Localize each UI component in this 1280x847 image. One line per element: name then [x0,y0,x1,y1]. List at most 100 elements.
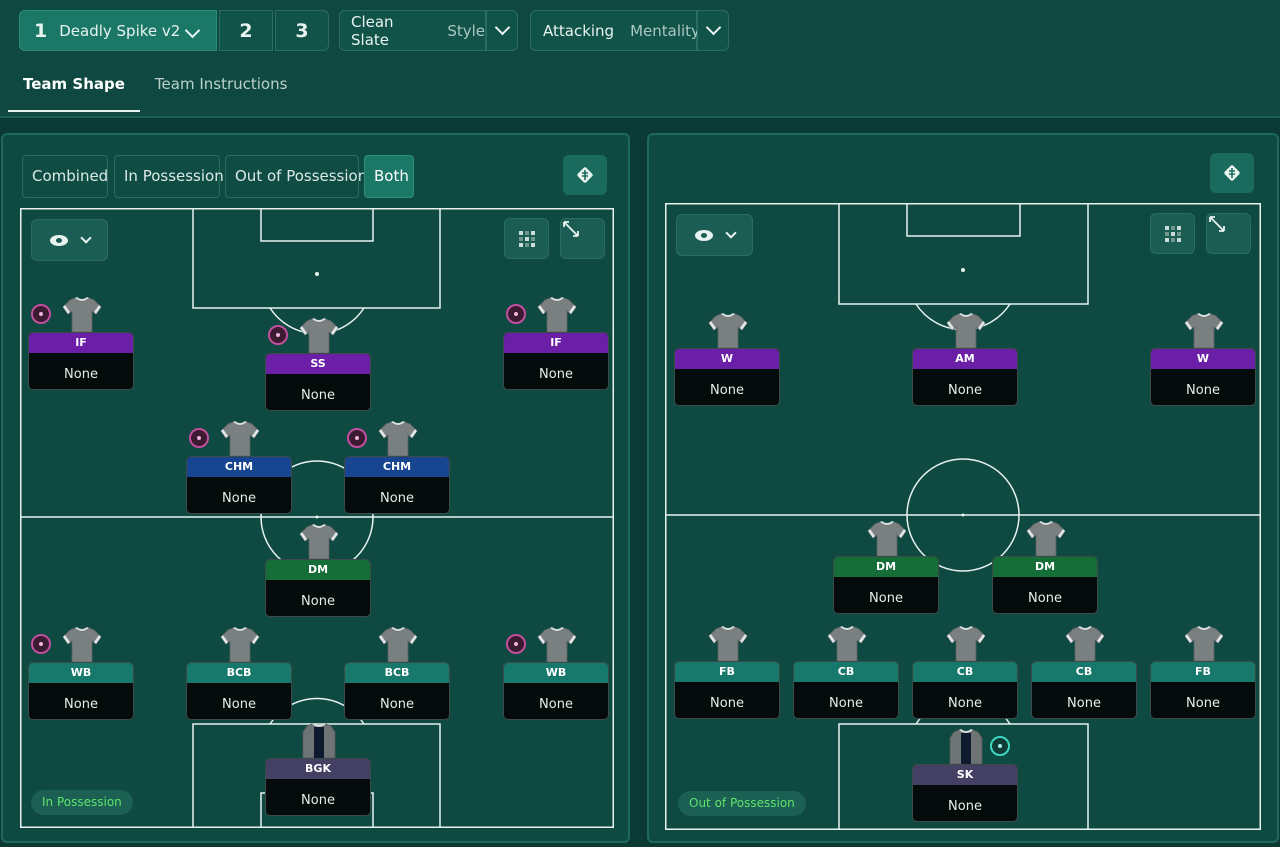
tactic-slot-1-name: Deadly Spike v2 [59,21,181,40]
player-card[interactable]: CHM None [344,456,450,514]
player-card[interactable]: FB None [674,661,780,719]
tactic-slot-2-number: 2 [239,19,253,42]
grid-toggle[interactable] [504,218,549,259]
tactic-slot-3-number: 3 [295,19,309,42]
segment-out-of-possession[interactable]: Out of Possession [225,155,367,198]
trait-icon[interactable] [506,634,526,654]
player-card-body: BGK None [265,758,371,816]
player-role: SK [913,765,1017,785]
shirt-icon [299,521,339,561]
tactic-slot-2[interactable]: 2 [219,10,273,51]
player-role: WB [29,663,133,683]
player-name: None [301,388,335,403]
segment-in-possession[interactable]: In Possession [114,155,224,198]
tab-team-instructions[interactable]: Team Instructions [140,58,303,112]
state-badge: In Possession [31,790,133,815]
player-card[interactable]: DM None [992,556,1098,614]
tactic-slot-1[interactable]: 1 Deadly Spike v2 [19,10,217,51]
tactic-slot-1-number: 1 [34,19,48,42]
visibility-toggle[interactable] [31,219,108,261]
player-card[interactable]: IF None [503,332,609,390]
player-role: W [1151,349,1255,369]
style-selector[interactable]: Clean Slate Style [339,10,518,51]
segment-combined[interactable]: Combined [22,155,108,198]
grid-icon [1164,225,1181,242]
shirt-icon [378,418,418,458]
chevron-down-icon[interactable] [184,22,201,40]
player-card[interactable]: SS None [265,353,371,411]
trait-icon[interactable] [990,736,1010,756]
trait-icon[interactable] [189,428,209,448]
player-card[interactable]: WB None [503,662,609,720]
player-card[interactable]: WB None [28,662,134,720]
player-card[interactable]: W None [674,348,780,406]
player-card[interactable]: SK None [912,764,1018,822]
segment-both[interactable]: Both [364,155,414,198]
trait-icon[interactable] [31,634,51,654]
mentality-value: Attacking [543,21,615,40]
player-name: None [710,383,744,398]
player-card[interactable]: AM None [912,348,1018,406]
chevron-down-icon [705,19,721,36]
player-card[interactable]: BGK None [265,758,371,816]
out-of-possession-panel: Out of Possession W None AM None W None … [647,133,1279,843]
player-name: None [539,367,573,382]
expand-button[interactable] [560,218,605,259]
player-card-body: DM None [992,556,1098,614]
tactics-board-icon[interactable] [563,155,607,195]
player-card[interactable]: DM None [265,559,371,617]
shirt-icon [827,623,867,663]
mentality-dropdown[interactable] [697,10,729,51]
player-card[interactable]: DM None [833,556,939,614]
shirt-icon [946,623,986,663]
mentality-selector[interactable]: Attacking Mentality [530,10,729,51]
tab-team-shape[interactable]: Team Shape [8,58,140,112]
player-card-body: CB None [1031,661,1137,719]
shirt-icon [1065,623,1105,663]
player-role: IF [504,333,608,353]
player-card-body: BCB None [344,662,450,720]
player-role: DM [266,560,370,580]
shirt-icon [708,310,748,350]
trait-icon[interactable] [31,304,51,324]
player-card-body: CHM None [344,456,450,514]
player-card[interactable]: W None [1150,348,1256,406]
player-card[interactable]: CB None [1031,661,1137,719]
tactic-slots: 1 Deadly Spike v2 2 3 [19,10,329,51]
shirt-icon [220,624,260,664]
player-card[interactable]: CHM None [186,456,292,514]
player-card-body: FB None [1150,661,1256,719]
trait-icon[interactable] [347,428,367,448]
player-card[interactable]: FB None [1150,661,1256,719]
tactics-board-icon[interactable] [1210,153,1254,193]
player-card[interactable]: CB None [912,661,1018,719]
in-possession-panel: Combined In Possession Out of Possession… [1,133,630,843]
tactic-slot-3[interactable]: 3 [275,10,329,51]
shirt-icon [220,418,260,458]
player-name: None [222,697,256,712]
player-card[interactable]: CB None [793,661,899,719]
player-role: BCB [187,663,291,683]
visibility-toggle[interactable] [676,214,753,256]
expand-button[interactable] [1206,213,1251,254]
player-card[interactable]: IF None [28,332,134,390]
eye-icon [694,229,713,241]
trait-icon[interactable] [506,304,526,324]
player-name: None [948,696,982,711]
style-value-box[interactable]: Clean Slate Style [339,10,486,51]
player-card-body: CHM None [186,456,292,514]
mentality-value-box[interactable]: Attacking Mentality [530,10,700,51]
state-badge: Out of Possession [678,791,806,816]
player-name: None [1186,696,1220,711]
player-card[interactable]: BCB None [344,662,450,720]
shirt-icon [708,623,748,663]
player-role: CB [794,662,898,682]
grid-toggle[interactable] [1150,213,1195,254]
player-name: None [829,696,863,711]
player-role: WB [504,663,608,683]
style-dropdown[interactable] [486,10,518,51]
trait-icon[interactable] [268,325,288,345]
player-card[interactable]: BCB None [186,662,292,720]
shirt-icon [62,624,102,664]
player-role: CHM [345,457,449,477]
